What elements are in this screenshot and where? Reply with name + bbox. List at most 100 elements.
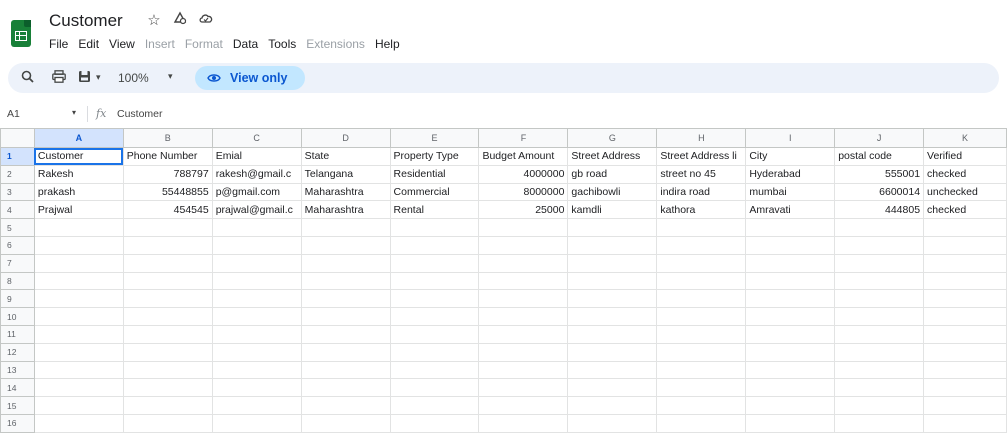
row-header[interactable]: 12 bbox=[0, 342, 35, 362]
cell-a2[interactable]: Rakesh bbox=[33, 164, 124, 184]
cell-i4[interactable]: Amravati bbox=[745, 200, 836, 220]
cell-j10[interactable] bbox=[834, 307, 925, 326]
cell-i1[interactable]: City bbox=[745, 147, 836, 166]
formula-input[interactable]: Customer bbox=[117, 108, 163, 120]
row-header[interactable]: 15 bbox=[0, 396, 35, 415]
cell-k5[interactable] bbox=[923, 218, 1007, 237]
column-header-g[interactable]: G bbox=[567, 128, 658, 148]
cell-j4[interactable]: 444805 bbox=[834, 200, 925, 220]
cell-j2[interactable]: 555001 bbox=[834, 164, 925, 184]
cell-j13[interactable] bbox=[834, 360, 925, 380]
row-header[interactable]: 8 bbox=[0, 271, 35, 291]
cell-h14[interactable] bbox=[656, 378, 747, 398]
cell-f1[interactable]: Budget Amount bbox=[478, 147, 569, 166]
cell-c11[interactable] bbox=[211, 324, 302, 344]
row-header[interactable]: 10 bbox=[0, 307, 35, 326]
cell-j12[interactable] bbox=[834, 342, 925, 362]
cell-i6[interactable] bbox=[745, 235, 836, 255]
cell-k9[interactable] bbox=[923, 289, 1007, 309]
menu-item-data[interactable]: Data bbox=[233, 37, 258, 51]
menu-item-tools[interactable]: Tools bbox=[268, 37, 296, 51]
cell-j1[interactable]: postal code bbox=[834, 147, 925, 166]
cell-e8[interactable] bbox=[389, 271, 480, 291]
cell-d13[interactable] bbox=[300, 360, 391, 380]
cell-g14[interactable] bbox=[567, 378, 658, 398]
row-header[interactable]: 13 bbox=[0, 360, 35, 380]
cell-c9[interactable] bbox=[211, 289, 302, 309]
row-header[interactable]: 6 bbox=[0, 235, 35, 255]
cell-g4[interactable]: kamdli bbox=[567, 200, 658, 220]
cell-i5[interactable] bbox=[745, 218, 836, 237]
cell-a9[interactable] bbox=[33, 289, 124, 309]
cell-f8[interactable] bbox=[478, 271, 569, 291]
row-header[interactable]: 4 bbox=[0, 200, 35, 220]
cell-d10[interactable] bbox=[300, 307, 391, 326]
cell-h9[interactable] bbox=[656, 289, 747, 309]
cell-a15[interactable] bbox=[33, 396, 124, 415]
cell-b5[interactable] bbox=[122, 218, 213, 237]
cell-h16[interactable] bbox=[656, 413, 747, 433]
menu-item-format[interactable]: Format bbox=[185, 37, 223, 51]
cell-e15[interactable] bbox=[389, 396, 480, 415]
cell-b9[interactable] bbox=[122, 289, 213, 309]
cell-j7[interactable] bbox=[834, 253, 925, 273]
row-header[interactable]: 14 bbox=[0, 378, 35, 398]
cell-g13[interactable] bbox=[567, 360, 658, 380]
cell-h4[interactable]: kathora bbox=[656, 200, 747, 220]
cell-e3[interactable]: Commercial bbox=[389, 182, 480, 202]
cell-k14[interactable] bbox=[923, 378, 1007, 398]
cell-c2[interactable]: rakesh@gmail.c bbox=[211, 164, 302, 184]
cell-e13[interactable] bbox=[389, 360, 480, 380]
cell-d14[interactable] bbox=[300, 378, 391, 398]
cell-j15[interactable] bbox=[834, 396, 925, 415]
cell-d12[interactable] bbox=[300, 342, 391, 362]
cell-b3[interactable]: 55448855 bbox=[122, 182, 213, 202]
menu-item-extensions[interactable]: Extensions bbox=[306, 37, 365, 51]
menu-item-edit[interactable]: Edit bbox=[78, 37, 99, 51]
cell-g2[interactable]: gb road bbox=[567, 164, 658, 184]
cell-k10[interactable] bbox=[923, 307, 1007, 326]
cell-h12[interactable] bbox=[656, 342, 747, 362]
cell-g1[interactable]: Street Address bbox=[567, 147, 658, 166]
cell-d16[interactable] bbox=[300, 413, 391, 433]
name-box-chevron-down-icon[interactable]: ▾ bbox=[72, 108, 76, 117]
cell-h10[interactable] bbox=[656, 307, 747, 326]
cell-b7[interactable] bbox=[122, 253, 213, 273]
cell-j8[interactable] bbox=[834, 271, 925, 291]
column-header-e[interactable]: E bbox=[389, 128, 480, 148]
cell-k13[interactable] bbox=[923, 360, 1007, 380]
move-to-drive-icon[interactable] bbox=[172, 11, 188, 29]
cell-j16[interactable] bbox=[834, 413, 925, 433]
cell-c12[interactable] bbox=[211, 342, 302, 362]
cell-k2[interactable]: checked bbox=[923, 164, 1007, 184]
cell-k1[interactable]: Verified bbox=[923, 147, 1007, 166]
cell-g10[interactable] bbox=[567, 307, 658, 326]
cell-b6[interactable] bbox=[122, 235, 213, 255]
cell-d1[interactable]: State bbox=[300, 147, 391, 166]
cell-a7[interactable] bbox=[33, 253, 124, 273]
cell-b15[interactable] bbox=[122, 396, 213, 415]
cell-c3[interactable]: p@gmail.com bbox=[211, 182, 302, 202]
cell-e11[interactable] bbox=[389, 324, 480, 344]
name-box[interactable]: A1 bbox=[7, 108, 20, 120]
column-header-j[interactable]: J bbox=[834, 128, 925, 148]
cell-k7[interactable] bbox=[923, 253, 1007, 273]
cell-a10[interactable] bbox=[33, 307, 124, 326]
cell-k16[interactable] bbox=[923, 413, 1007, 433]
cell-i3[interactable]: mumbai bbox=[745, 182, 836, 202]
cell-d8[interactable] bbox=[300, 271, 391, 291]
row-header[interactable]: 2 bbox=[0, 164, 35, 184]
cell-c7[interactable] bbox=[211, 253, 302, 273]
cell-c1[interactable]: Emial bbox=[211, 147, 302, 166]
cell-j9[interactable] bbox=[834, 289, 925, 309]
cell-i16[interactable] bbox=[745, 413, 836, 433]
row-header[interactable]: 5 bbox=[0, 218, 35, 237]
cell-k11[interactable] bbox=[923, 324, 1007, 344]
cell-h11[interactable] bbox=[656, 324, 747, 344]
cell-a6[interactable] bbox=[33, 235, 124, 255]
cloud-status-icon[interactable] bbox=[198, 11, 214, 29]
cell-b1[interactable]: Phone Number bbox=[122, 147, 213, 166]
cell-i14[interactable] bbox=[745, 378, 836, 398]
cell-c8[interactable] bbox=[211, 271, 302, 291]
cell-a16[interactable] bbox=[33, 413, 124, 433]
